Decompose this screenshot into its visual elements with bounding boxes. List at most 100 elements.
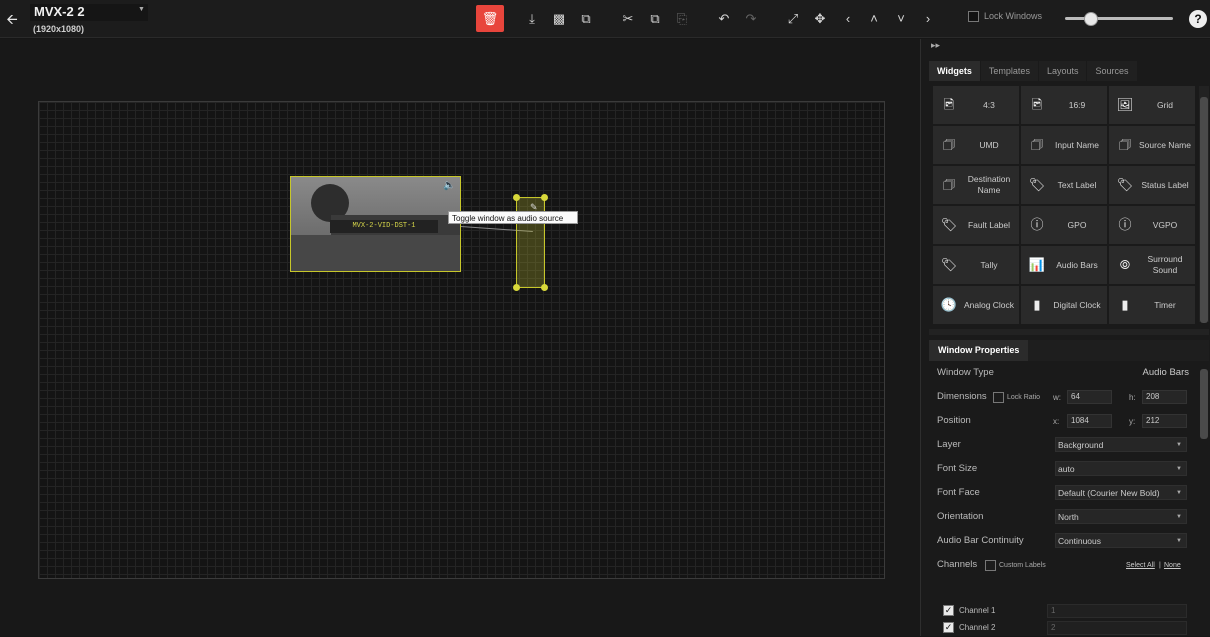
alert-circle-icon: ⓘ bbox=[1118, 217, 1132, 232]
chevron-down-icon[interactable]: ˅ bbox=[891, 9, 911, 29]
undo-icon[interactable]: ↶ bbox=[714, 9, 734, 29]
back-arrow-icon[interactable]: 🡨 bbox=[4, 10, 20, 28]
layout-title[interactable]: MVX-2 2 bbox=[34, 4, 85, 19]
channel-label: Channel 2 bbox=[959, 623, 996, 632]
resize-handle-top-left[interactable] bbox=[513, 194, 520, 201]
y-input[interactable]: 212 bbox=[1142, 414, 1187, 428]
font-size-label: Font Size bbox=[937, 463, 978, 474]
continuity-select[interactable]: Continuous ▼ bbox=[1055, 533, 1187, 548]
channels-label: Channels bbox=[937, 559, 978, 570]
zoom-slider-track[interactable] bbox=[1065, 17, 1173, 20]
resize-handle-bottom-left[interactable] bbox=[513, 284, 520, 291]
window-properties-header[interactable]: Window Properties bbox=[929, 340, 1028, 361]
properties-scrollbar-thumb[interactable] bbox=[1200, 369, 1208, 439]
lock-ratio-label: Lock Ratio bbox=[1007, 394, 1041, 401]
tab-widgets[interactable]: Widgets bbox=[929, 61, 980, 81]
chevron-down-icon[interactable]: ▼ bbox=[138, 6, 145, 13]
broadcast-icon: ⦾ bbox=[1119, 257, 1131, 272]
lock-ratio-checkbox[interactable] bbox=[993, 392, 1004, 403]
channel-input[interactable]: 2 bbox=[1047, 621, 1187, 635]
width-input[interactable]: 64 bbox=[1067, 390, 1112, 404]
send-backward-icon[interactable]: ⧉ bbox=[576, 9, 596, 29]
layer-label: Layer bbox=[937, 439, 961, 450]
tab-sources[interactable]: Sources bbox=[1087, 61, 1137, 81]
widget-4-3[interactable]: 🖻 4:3 bbox=[933, 86, 1019, 124]
resize-handle-top-right[interactable] bbox=[541, 194, 548, 201]
paste-icon[interactable]: ⎘ bbox=[672, 9, 692, 29]
height-input[interactable]: 208 bbox=[1142, 390, 1187, 404]
zoom-slider-thumb[interactable] bbox=[1083, 12, 1098, 26]
layer-row: Layer Background ▼ bbox=[937, 435, 1197, 455]
widget-source-name[interactable]: 🗇 Source Name bbox=[1109, 126, 1195, 164]
tooltip: Toggle window as audio source bbox=[448, 211, 578, 224]
widget-timer[interactable]: ▮ Timer bbox=[1109, 286, 1195, 324]
widget-label: Surround Sound bbox=[1147, 254, 1183, 275]
bar-chart-icon: 📊 bbox=[1028, 257, 1046, 272]
select-none-link[interactable]: None bbox=[1164, 562, 1181, 569]
continuity-value: Continuous bbox=[1058, 536, 1102, 546]
chevron-left-icon[interactable]: ‹ bbox=[838, 9, 858, 29]
font-face-value: Default (Courier New Bold) bbox=[1058, 488, 1160, 498]
tag-icon: 🏷 bbox=[1028, 177, 1046, 192]
layer-icon[interactable]: ▩ bbox=[549, 9, 569, 29]
copy-icon[interactable]: ⧉ bbox=[645, 9, 665, 29]
widget-label: Text Label bbox=[1057, 179, 1097, 190]
widget-input-name[interactable]: 🗇 Input Name bbox=[1021, 126, 1107, 164]
x-input[interactable]: 1084 bbox=[1067, 414, 1112, 428]
id-card-icon: 🗇 bbox=[1030, 137, 1044, 152]
redo-icon[interactable]: ↷ bbox=[741, 9, 761, 29]
channel-checkbox[interactable]: ✓ bbox=[943, 605, 954, 616]
chevron-right-icon[interactable]: › bbox=[918, 9, 938, 29]
widget-umd[interactable]: 🗇 UMD bbox=[933, 126, 1019, 164]
widget-vgpo[interactable]: ⓘ VGPO bbox=[1109, 206, 1195, 244]
channel-checkbox[interactable]: ✓ bbox=[943, 622, 954, 633]
widget-digital-clock[interactable]: ▮ Digital Clock bbox=[1021, 286, 1107, 324]
widget-surround-sound[interactable]: ⦾ Surround Sound bbox=[1109, 246, 1195, 284]
speaker-icon[interactable]: 🔈 bbox=[443, 180, 455, 191]
widget-status-label[interactable]: 🏷 Status Label bbox=[1109, 166, 1195, 204]
bring-to-front-icon[interactable]: ⤓ bbox=[522, 9, 542, 29]
panel-splitter[interactable] bbox=[929, 329, 1209, 335]
move-icon[interactable]: ✥ bbox=[810, 9, 830, 29]
widget-gpo[interactable]: ⓘ GPO bbox=[1021, 206, 1107, 244]
id-card-icon: 🗇 bbox=[942, 137, 956, 152]
canvas-area: MVX-2-VID-DST-1 🔈 ✎ Toggle window as aud… bbox=[0, 39, 920, 636]
widget-label: Fault Label bbox=[967, 219, 1011, 230]
tab-templates[interactable]: Templates bbox=[980, 61, 1038, 81]
expand-icon[interactable]: ⤢ bbox=[783, 9, 803, 29]
widget-audio-bars[interactable]: 📊 Audio Bars bbox=[1021, 246, 1107, 284]
chevron-up-icon[interactable]: ˄ bbox=[864, 9, 884, 29]
layout-canvas[interactable]: MVX-2-VID-DST-1 🔈 ✎ Toggle window as aud… bbox=[38, 101, 885, 579]
font-face-select[interactable]: Default (Courier New Bold) ▼ bbox=[1055, 485, 1187, 500]
tab-layouts[interactable]: Layouts bbox=[1038, 61, 1087, 81]
widget-tally[interactable]: 🏷 Tally bbox=[933, 246, 1019, 284]
cut-icon[interactable]: ✂ bbox=[618, 9, 638, 29]
right-panel: ▸▸ Widgets Templates Layouts Sources 🖻 4:… bbox=[920, 39, 1210, 636]
height-label: h: bbox=[1129, 393, 1136, 402]
video-window[interactable]: MVX-2-VID-DST-1 🔈 bbox=[290, 176, 461, 272]
collapse-panel-icon[interactable]: ▸▸ bbox=[931, 40, 940, 51]
dimensions-label: Dimensions bbox=[937, 391, 987, 402]
widget-destination-name[interactable]: 🗇 Destination Name bbox=[933, 166, 1019, 204]
widget-text-label[interactable]: 🏷 Text Label bbox=[1021, 166, 1107, 204]
video-ground bbox=[291, 235, 460, 271]
widget-analog-clock[interactable]: 🕓 Analog Clock bbox=[933, 286, 1019, 324]
widget-fault-label[interactable]: 🏷 Fault Label bbox=[933, 206, 1019, 244]
layer-select[interactable]: Background ▼ bbox=[1055, 437, 1187, 452]
font-size-select[interactable]: auto ▼ bbox=[1055, 461, 1187, 476]
widget-grid-item[interactable]: 🖼 Grid bbox=[1109, 86, 1195, 124]
delete-button[interactable]: 🗑 bbox=[476, 5, 504, 32]
resize-handle-bottom-right[interactable] bbox=[541, 284, 548, 291]
lock-windows-checkbox[interactable] bbox=[968, 11, 979, 22]
widget-16-9[interactable]: 🖻 16:9 bbox=[1021, 86, 1107, 124]
lock-windows-label: Lock Windows bbox=[984, 11, 1043, 21]
select-all-link[interactable]: Select All bbox=[1126, 562, 1155, 569]
channel-input[interactable]: 1 bbox=[1047, 604, 1187, 618]
widgets-scrollbar-thumb[interactable] bbox=[1200, 97, 1208, 323]
continuity-label: Audio Bar Continuity bbox=[937, 535, 1024, 546]
widget-label: Audio Bars bbox=[1056, 259, 1098, 270]
orientation-select[interactable]: North ▼ bbox=[1055, 509, 1187, 524]
custom-labels-checkbox[interactable] bbox=[985, 560, 996, 571]
help-icon[interactable]: ? bbox=[1189, 10, 1207, 28]
y-label: y: bbox=[1129, 417, 1136, 426]
